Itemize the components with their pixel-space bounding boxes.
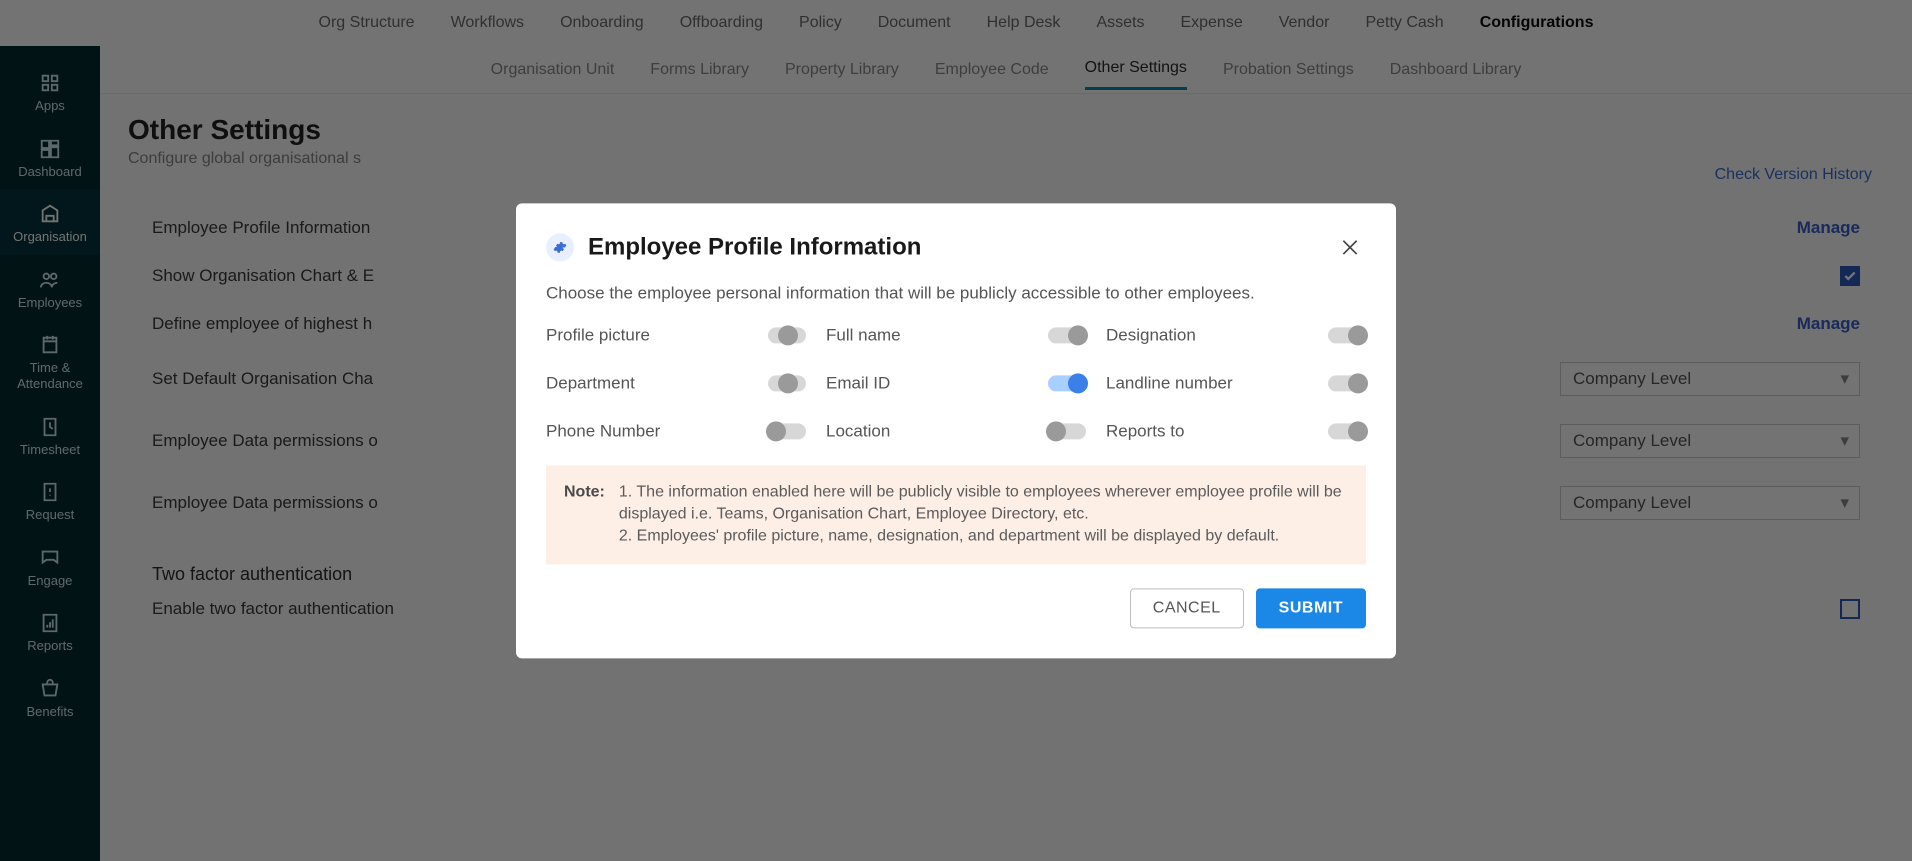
- toggle-profile-picture[interactable]: [768, 327, 806, 343]
- toggle-reports-to[interactable]: [1328, 423, 1366, 439]
- toggle-location[interactable]: [1048, 423, 1086, 439]
- cancel-button[interactable]: CANCEL: [1130, 588, 1244, 628]
- toggle-row-reports-to: Reports to: [1106, 421, 1366, 441]
- toggle-knob: [1046, 421, 1066, 441]
- note-line-1: 1. The information enabled here will be …: [619, 481, 1348, 526]
- toggle-label: Department: [546, 373, 635, 393]
- toggle-knob: [778, 373, 798, 393]
- toggle-label: Landline number: [1106, 373, 1233, 393]
- toggle-full-name[interactable]: [1048, 327, 1086, 343]
- toggle-department[interactable]: [768, 375, 806, 391]
- toggle-row-profile-picture: Profile picture: [546, 325, 806, 345]
- toggle-knob: [766, 421, 786, 441]
- toggle-email-id[interactable]: [1048, 375, 1086, 391]
- modal-header: Employee Profile Information: [546, 231, 1366, 263]
- toggle-row-location: Location: [826, 421, 1086, 441]
- toggle-label: Profile picture: [546, 325, 650, 345]
- toggle-knob: [778, 325, 798, 345]
- toggle-grid: Profile picture Full name Designation Depar…: [546, 325, 1366, 441]
- toggle-row-landline-number: Landline number: [1106, 373, 1366, 393]
- toggle-label: Full name: [826, 325, 901, 345]
- toggle-knob: [1348, 421, 1368, 441]
- toggle-row-email-id: Email ID: [826, 373, 1086, 393]
- note-content: 1. The information enabled here will be …: [619, 481, 1348, 548]
- toggle-label: Location: [826, 421, 890, 441]
- toggle-row-department: Department: [546, 373, 806, 393]
- toggle-row-designation: Designation: [1106, 325, 1366, 345]
- submit-button[interactable]: SUBMIT: [1256, 588, 1366, 628]
- gear-icon: [546, 233, 574, 261]
- toggle-knob: [1068, 325, 1088, 345]
- employee-profile-modal: Employee Profile Information Choose the …: [516, 203, 1396, 658]
- toggle-label: Email ID: [826, 373, 890, 393]
- modal-actions: CANCEL SUBMIT: [546, 588, 1366, 628]
- toggle-knob: [1348, 373, 1368, 393]
- note-line-2: 2. Employees' profile picture, name, des…: [619, 526, 1348, 548]
- note-label: Note:: [564, 481, 605, 548]
- modal-title: Employee Profile Information: [588, 233, 921, 261]
- toggle-knob: [1068, 373, 1088, 393]
- toggle-designation[interactable]: [1328, 327, 1366, 343]
- toggle-label: Phone Number: [546, 421, 660, 441]
- toggle-phone-number[interactable]: [768, 423, 806, 439]
- toggle-label: Reports to: [1106, 421, 1184, 441]
- toggle-row-full-name: Full name: [826, 325, 1086, 345]
- modal-description: Choose the employee personal information…: [546, 283, 1366, 303]
- toggle-row-phone-number: Phone Number: [546, 421, 806, 441]
- close-icon[interactable]: [1334, 231, 1366, 263]
- note-box: Note: 1. The information enabled here wi…: [546, 465, 1366, 564]
- toggle-landline-number[interactable]: [1328, 375, 1366, 391]
- toggle-label: Designation: [1106, 325, 1196, 345]
- toggle-knob: [1348, 325, 1368, 345]
